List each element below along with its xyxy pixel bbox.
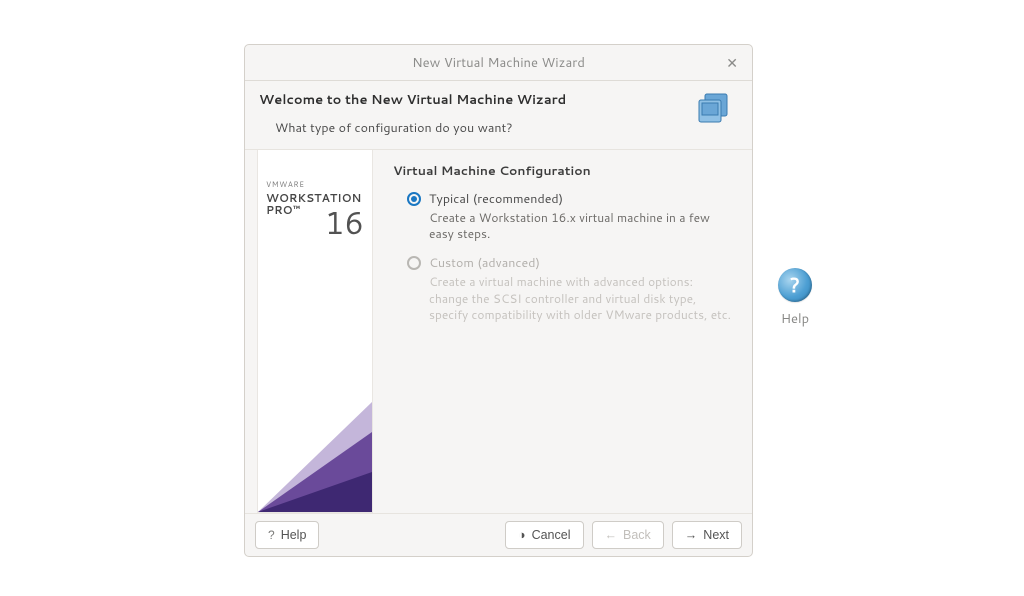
arrow-left-icon: ← <box>605 528 618 542</box>
option-typical[interactable]: Typical (recommended) <box>407 190 734 208</box>
desktop-help-launcher[interactable]: ? Help <box>778 268 812 328</box>
product-banner: VMWARE WORKSTATION PRO™ 16 <box>257 150 373 513</box>
dialog-title: New Virtual Machine Wizard <box>245 54 752 72</box>
wizard-body: VMWARE WORKSTATION PRO™ 16 Virtual Machi… <box>245 150 752 513</box>
brand-label: VMWARE <box>266 180 364 190</box>
cancel-button-label: Cancel <box>532 528 571 542</box>
cancel-icon: ◑ <box>518 528 526 542</box>
next-button[interactable]: → Next <box>672 521 742 549</box>
radio-icon <box>407 256 421 270</box>
back-button-label: Back <box>623 528 651 542</box>
wizard-subtitle: What type of configuration do you want? <box>259 119 684 137</box>
close-button[interactable]: ✕ <box>722 54 742 72</box>
question-icon: ? <box>268 528 275 542</box>
next-button-label: Next <box>703 528 729 542</box>
wizard-footer: ? Help ◑ Cancel ← Back → Next <box>245 513 752 556</box>
wizard-header: Welcome to the New Virtual Machine Wizar… <box>245 81 752 150</box>
desktop-help-label: Help <box>781 310 809 328</box>
option-typical-label: Typical (recommended) <box>429 190 563 208</box>
wizard-heading: Welcome to the New Virtual Machine Wizar… <box>259 91 684 109</box>
arrow-right-icon: → <box>685 528 698 542</box>
banner-graphic <box>258 312 372 512</box>
back-button: ← Back <box>592 521 664 549</box>
option-custom[interactable]: Custom (advanced) <box>407 254 734 272</box>
titlebar: New Virtual Machine Wizard ✕ <box>245 45 752 81</box>
option-typical-desc: Create a Workstation 16.x virtual machin… <box>429 210 734 242</box>
option-custom-desc: Create a virtual machine with advanced o… <box>429 274 734 323</box>
config-form: Virtual Machine Configuration Typical (r… <box>373 150 752 513</box>
radio-icon <box>407 192 421 206</box>
option-custom-label: Custom (advanced) <box>429 254 540 272</box>
cancel-button[interactable]: ◑ Cancel <box>505 521 583 549</box>
help-button-label: Help <box>281 528 307 542</box>
help-icon: ? <box>778 268 812 302</box>
vm-icon <box>694 91 734 132</box>
help-button[interactable]: ? Help <box>255 521 319 549</box>
version-label: 16 <box>325 200 364 244</box>
wizard-dialog: New Virtual Machine Wizard ✕ Welcome to … <box>244 44 753 557</box>
config-legend: Virtual Machine Configuration <box>393 162 734 180</box>
